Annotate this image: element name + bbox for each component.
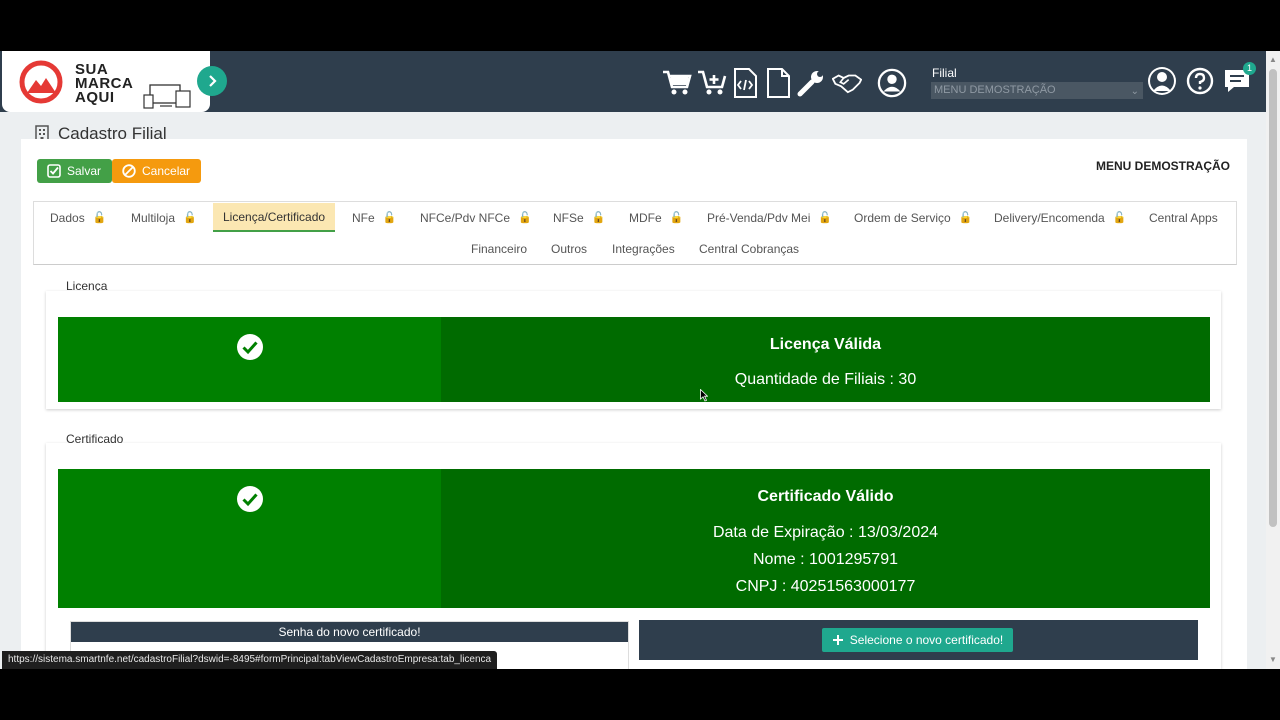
filial-select[interactable]: MENU DEMOSTRAÇÃO ⌄ — [931, 82, 1143, 99]
select-certificate-label: Selecione o novo certificado! — [849, 633, 1004, 647]
check-circle-icon — [237, 334, 263, 360]
save-label: Salvar — [67, 164, 102, 178]
handshake-icon[interactable] — [832, 68, 862, 98]
top-bar: SUA MARCA AQUI Filial MENU DEMOSTRAÇÃO ⌄… — [0, 51, 1266, 112]
certificate-name: Nome : 1001295791 — [753, 551, 898, 568]
tab-dados[interactable]: Dados 🔓 — [40, 203, 116, 232]
lock-icon: 🔓 — [958, 212, 973, 224]
user-circle-icon[interactable] — [877, 68, 907, 98]
lock-icon: 🔓 — [591, 212, 606, 224]
tab-integracoes[interactable]: Integrações — [602, 234, 685, 263]
certificate-cnpj: CNPJ : 40251563000177 — [735, 578, 916, 595]
expand-menu-button[interactable] — [197, 66, 227, 96]
tab-mdfe[interactable]: MDFe 🔓 — [619, 203, 693, 232]
tab-outros[interactable]: Outros — [541, 234, 597, 263]
cancel-label: Cancelar — [142, 164, 191, 178]
check-circle-icon — [237, 486, 263, 512]
filial-select-value: MENU DEMOSTRAÇÃO — [934, 84, 1056, 96]
file-icon[interactable] — [763, 68, 793, 98]
upload-panel-body — [639, 660, 1198, 669]
scroll-thumb[interactable] — [1269, 69, 1277, 527]
select-certificate-button[interactable]: Selecione o novo certificado! — [822, 628, 1013, 652]
license-status: Licença Válida Quantidade de Filiais : 3… — [58, 317, 1210, 402]
browser-viewport: SUA MARCA AQUI Filial MENU DEMOSTRAÇÃO ⌄… — [0, 51, 1280, 669]
chevron-down-icon: ⌄ — [1130, 86, 1139, 97]
page-scrollbar[interactable]: ▲ ▼ — [1266, 51, 1280, 669]
help-icon[interactable] — [1185, 66, 1215, 96]
tab-central-cobrancas[interactable]: Central Cobranças — [689, 234, 809, 263]
ban-icon — [122, 164, 136, 178]
devices-icon — [143, 84, 191, 109]
notification-badge: 1 — [1243, 62, 1256, 75]
tab-nfce[interactable]: NFCe/Pdv NFCe 🔓 — [410, 203, 542, 232]
tab-pre-venda[interactable]: Pré-Venda/Pdv Mei 🔓 — [697, 203, 842, 232]
scroll-down-arrow-icon[interactable]: ▼ — [1269, 655, 1277, 664]
check-square-icon — [47, 164, 61, 178]
lock-icon: 🔓 — [518, 212, 532, 224]
tab-bar: Dados 🔓 Multiloja 🔓 Licença/Certificado NF… — [33, 201, 1237, 265]
wrench-icon[interactable] — [796, 68, 826, 98]
tab-licenca-certificado[interactable]: Licença/Certificado — [213, 203, 336, 232]
status-bar-url: https://sistema.smartnfe.net/cadastroFil… — [2, 651, 498, 669]
plus-icon — [832, 635, 843, 645]
lock-icon: 🔓 — [1112, 212, 1127, 224]
filial-label: Filial — [932, 66, 957, 80]
chevron-right-icon — [209, 75, 217, 87]
lock-icon: 🔓 — [818, 212, 833, 224]
certificate-title: Certificado Válido — [757, 488, 894, 505]
tab-nfe[interactable]: NFe 🔓 — [342, 203, 406, 232]
new-certificate-upload-panel: Selecione o novo certificado! — [639, 620, 1198, 669]
save-button[interactable]: Salvar — [37, 159, 112, 183]
license-title: Licença Válida — [769, 336, 882, 353]
lock-icon: 🔓 — [92, 212, 107, 224]
lock-icon: 🔓 — [183, 212, 197, 224]
license-branches: Quantidade de Filiais : 30 — [734, 371, 917, 388]
mouse-cursor-icon — [700, 389, 708, 402]
tab-central-apps[interactable]: Central Apps — [1139, 203, 1228, 232]
cancel-button[interactable]: Cancelar — [112, 159, 201, 183]
cart-icon[interactable] — [662, 68, 692, 98]
certificate-expiration: Data de Expiração : 13/03/2024 — [712, 524, 939, 541]
lock-icon: 🔓 — [382, 212, 397, 224]
tab-financeiro[interactable]: Financeiro — [461, 234, 537, 263]
company-name: MENU DEMOSTRAÇÃO — [1096, 159, 1230, 173]
logo-text: SUA MARCA AQUI — [75, 61, 134, 106]
code-file-icon[interactable] — [730, 68, 760, 98]
tab-ordem-servico[interactable]: Ordem de Serviço 🔓 — [844, 203, 982, 232]
tab-nfse[interactable]: NFSe 🔓 — [543, 203, 615, 232]
logo-mark-icon — [19, 60, 63, 104]
brand-logo[interactable]: SUA MARCA AQUI — [2, 51, 210, 112]
tab-multiloja[interactable]: Multiloja 🔓 — [121, 203, 207, 232]
lock-icon: 🔓 — [669, 212, 684, 224]
user-avatar-icon[interactable] — [1147, 66, 1177, 96]
cart-plus-icon[interactable] — [697, 68, 727, 98]
password-panel-header: Senha do novo certificado! — [71, 622, 628, 642]
scroll-up-arrow-icon[interactable]: ▲ — [1269, 55, 1277, 64]
tab-delivery[interactable]: Delivery/Encomenda 🔓 — [984, 203, 1136, 232]
certificate-status: Certificado Válido Data de Expiração : 1… — [58, 469, 1210, 608]
